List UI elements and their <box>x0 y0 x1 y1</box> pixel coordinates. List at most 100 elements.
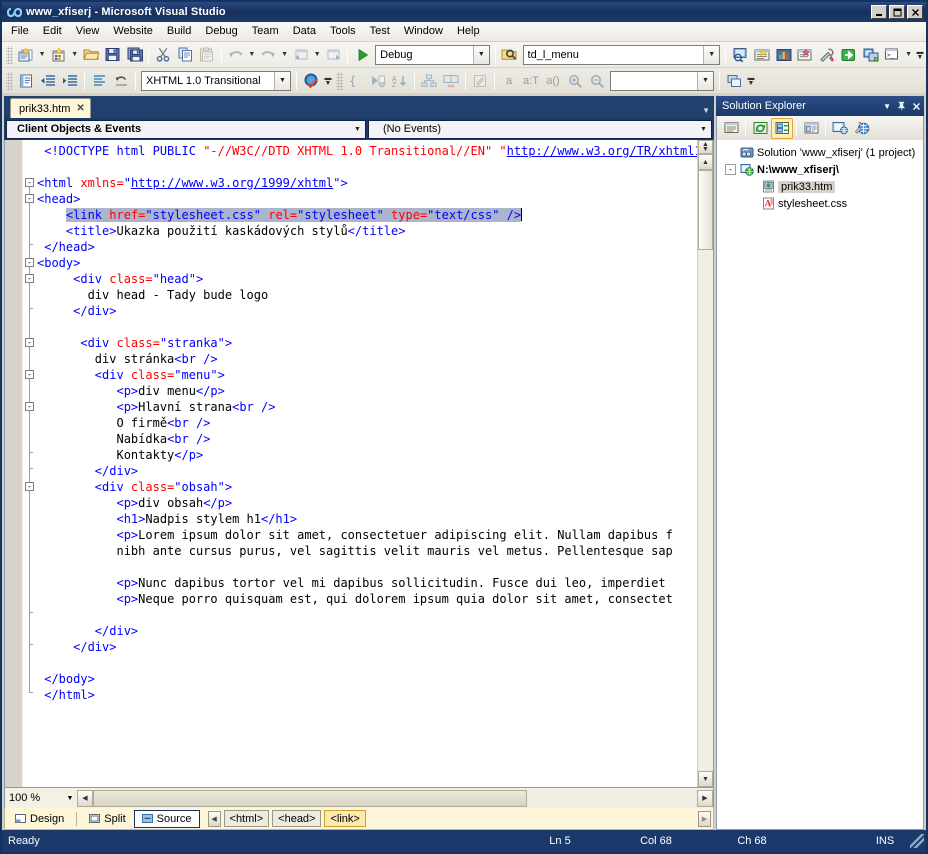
menu-edit[interactable]: Edit <box>36 23 69 40</box>
increase-indent-icon[interactable] <box>59 70 81 92</box>
style-sheet-icon[interactable] <box>723 70 745 92</box>
chevron-down-icon[interactable]: ▼ <box>883 102 891 111</box>
toolbar-grip[interactable] <box>6 71 13 90</box>
scroll-track[interactable] <box>698 250 713 771</box>
menu-test[interactable]: Test <box>363 23 397 40</box>
toolbar-more-dropdown-icon[interactable]: ▼ <box>903 44 914 66</box>
paste-icon[interactable] <box>196 44 218 66</box>
bookmark-icon[interactable] <box>367 70 389 92</box>
undo-dropdown-icon[interactable]: ▼ <box>246 44 257 66</box>
properties-window-icon[interactable] <box>751 44 773 66</box>
maximize-button[interactable] <box>889 5 905 19</box>
nest-related-files-icon[interactable] <box>771 117 793 139</box>
font-a-icon[interactable]: a <box>498 70 520 92</box>
outlining-collapse-icon[interactable]: - <box>25 338 34 347</box>
code-editor[interactable]: - - - - - - - - <!DOCTYPE html PUBLIC "-//W3C//… <box>4 140 714 788</box>
outlining-collapse-icon[interactable]: - <box>25 402 34 411</box>
code-line[interactable] <box>37 607 697 623</box>
code-line[interactable]: O firmě<br /> <box>37 415 697 431</box>
close-icon[interactable]: ✕ <box>76 103 84 114</box>
pin-icon[interactable] <box>897 101 906 111</box>
tree-collapse-icon[interactable]: - <box>725 164 736 175</box>
code-line[interactable]: </body> <box>37 671 697 687</box>
code-line[interactable]: <p>Hlavní strana<br /> <box>37 399 697 415</box>
open-folder-icon[interactable] <box>80 44 102 66</box>
outlining-collapse-icon[interactable]: - <box>25 178 34 187</box>
find-in-files-icon[interactable] <box>499 44 521 66</box>
toolbox-icon[interactable] <box>794 44 816 66</box>
target-schema-combo[interactable]: XHTML 1.0 Transitional ▼ <box>141 70 291 91</box>
tree-item[interactable]: prik33.htm <box>717 178 923 195</box>
menu-build[interactable]: Build <box>160 23 198 40</box>
save-all-icon[interactable] <box>124 44 146 66</box>
tree-item[interactable]: Astylesheet.css <box>717 195 923 212</box>
code-line[interactable]: </div> <box>37 303 697 319</box>
breadcrumb-link[interactable]: <link> <box>324 810 366 827</box>
add-new-item-dropdown-icon[interactable]: ▼ <box>69 44 80 66</box>
chevron-down-icon[interactable]: ▼ <box>697 71 713 90</box>
code-line[interactable]: <body> <box>37 255 697 271</box>
menu-tools[interactable]: Tools <box>323 23 363 40</box>
menu-debug[interactable]: Debug <box>198 23 244 40</box>
code-line[interactable] <box>37 159 697 175</box>
validate-icon[interactable] <box>300 70 322 92</box>
scroll-right-button[interactable]: ▶ <box>697 789 713 807</box>
command-window-icon[interactable]: >_ <box>881 44 903 66</box>
code-line[interactable]: <div class="obsah"> <box>37 479 697 495</box>
client-objects-combo[interactable]: Client Objects & Events ▼ <box>6 119 366 139</box>
code-line[interactable]: <div class="menu"> <box>37 367 697 383</box>
code-line[interactable]: <div class="stranka"> <box>37 335 697 351</box>
scroll-down-button[interactable]: ▼ <box>698 771 713 787</box>
menu-file[interactable]: File <box>4 23 36 40</box>
code-line[interactable]: </head> <box>37 239 697 255</box>
events-combo[interactable]: (No Events) ▼ <box>368 119 712 139</box>
chevron-down-icon[interactable]: ▼ <box>63 795 77 802</box>
solution-configuration-combo[interactable]: Debug ▼ <box>375 44 490 65</box>
solution-tree[interactable]: Solution 'www_xfiserj' (1 project) - N:\ww… <box>716 140 924 830</box>
code-line[interactable]: <head> <box>37 191 697 207</box>
tree-item[interactable]: - N:\www_xfiserj\ <box>717 161 923 178</box>
code-line[interactable]: </div> <box>37 623 697 639</box>
navigate-backward-icon[interactable] <box>290 44 312 66</box>
chevron-down-icon[interactable]: ▼ <box>274 71 290 90</box>
minimize-button[interactable] <box>871 5 887 19</box>
code-line[interactable]: </div> <box>37 463 697 479</box>
close-button[interactable] <box>907 5 923 19</box>
object-browser-icon[interactable] <box>773 44 795 66</box>
scroll-thumb[interactable] <box>698 170 713 250</box>
scroll-left-button[interactable]: ◀ <box>77 789 93 807</box>
code-line[interactable]: <html xmlns="http://www.w3.org/1999/xhtm… <box>37 175 697 191</box>
breadcrumb-html[interactable]: <html> <box>223 810 270 827</box>
zoom-in-icon[interactable] <box>564 70 586 92</box>
code-line[interactable]: nibh ante cursus purus, vel sagittis vel… <box>37 543 697 559</box>
code-line[interactable]: div stránka<br /> <box>37 351 697 367</box>
close-icon[interactable] <box>912 102 921 111</box>
code-line[interactable] <box>37 655 697 671</box>
editor-splitter-grip[interactable]: ▲ ▼ <box>698 140 713 154</box>
format-selection-icon[interactable] <box>88 70 110 92</box>
resize-grip[interactable] <box>910 834 924 848</box>
font-at-icon[interactable]: a:T <box>520 70 542 92</box>
zoom-combo[interactable]: 100 % ▼ <box>5 789 77 807</box>
save-icon[interactable] <box>102 44 124 66</box>
code-line[interactable]: Kontakty</p> <box>37 447 697 463</box>
editor-vertical-scrollbar[interactable]: ▲ ▼ ▲ ▼ <box>697 140 713 787</box>
toolbar-grip[interactable] <box>6 45 13 64</box>
code-line[interactable]: <p>div obsah</p> <box>37 495 697 511</box>
manage-styles-icon[interactable] <box>860 44 882 66</box>
chevron-down-icon[interactable]: ▼ <box>472 45 489 64</box>
solution-explorer-icon[interactable] <box>729 44 751 66</box>
insert-snippet-icon[interactable]: { } <box>345 70 367 92</box>
menu-help[interactable]: Help <box>450 23 487 40</box>
toolbar-overflow-icon[interactable]: ▬ ▼ <box>745 70 757 92</box>
outlining-collapse-icon[interactable]: - <box>25 482 34 491</box>
export-icon[interactable] <box>838 44 860 66</box>
chevron-down-icon[interactable]: ▼ <box>350 126 365 133</box>
outlining-collapse-icon[interactable]: - <box>25 370 34 379</box>
breadcrumb-head[interactable]: <head> <box>272 810 322 827</box>
copy-website-icon[interactable] <box>829 118 851 139</box>
chevron-down-icon[interactable]: ▼ <box>696 126 711 133</box>
code-line[interactable]: <p>Neque porro quisquam est, qui dolorem… <box>37 591 697 607</box>
tree-item[interactable]: Solution 'www_xfiserj' (1 project) <box>717 144 923 161</box>
navigate-forward-icon[interactable] <box>323 44 345 66</box>
